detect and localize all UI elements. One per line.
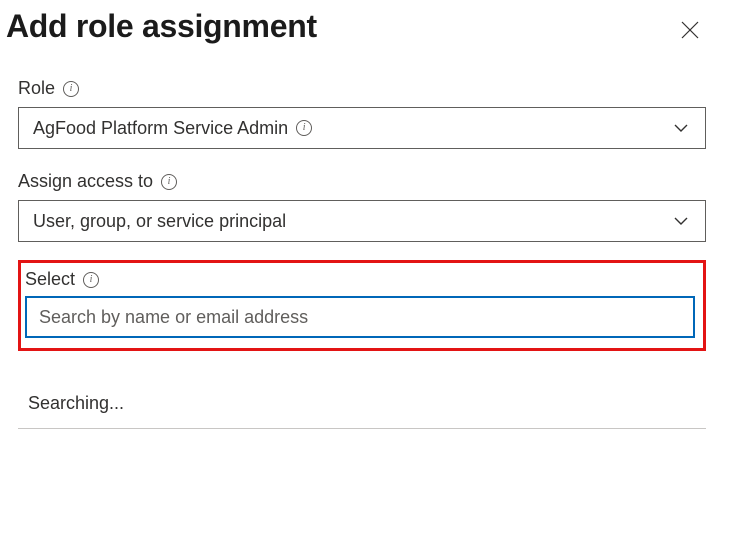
role-dropdown[interactable]: AgFood Platform Service Admin i <box>18 107 706 149</box>
page-title: Add role assignment <box>6 8 317 45</box>
assign-access-dropdown-value: User, group, or service principal <box>33 211 286 232</box>
chevron-down-icon <box>671 211 691 231</box>
info-icon[interactable]: i <box>296 120 312 136</box>
assign-access-label: Assign access to <box>18 171 153 192</box>
search-status-block: Searching... <box>18 393 706 429</box>
close-button[interactable] <box>674 14 706 46</box>
info-icon[interactable]: i <box>83 272 99 288</box>
chevron-down-icon <box>671 118 691 138</box>
info-icon[interactable]: i <box>63 81 79 97</box>
select-label: Select <box>25 269 75 290</box>
role-label: Role <box>18 78 55 99</box>
searching-text: Searching... <box>18 393 706 414</box>
role-field: Role i AgFood Platform Service Admin i <box>18 78 706 149</box>
info-icon[interactable]: i <box>161 174 177 190</box>
select-highlight: Select i <box>18 260 706 351</box>
assign-access-field: Assign access to i User, group, or servi… <box>18 171 706 242</box>
form-body: Role i AgFood Platform Service Admin i A… <box>0 46 736 351</box>
role-dropdown-value: AgFood Platform Service Admin <box>33 118 288 139</box>
assign-access-dropdown[interactable]: User, group, or service principal <box>18 200 706 242</box>
select-search-input[interactable] <box>25 296 695 338</box>
close-icon <box>680 20 700 40</box>
